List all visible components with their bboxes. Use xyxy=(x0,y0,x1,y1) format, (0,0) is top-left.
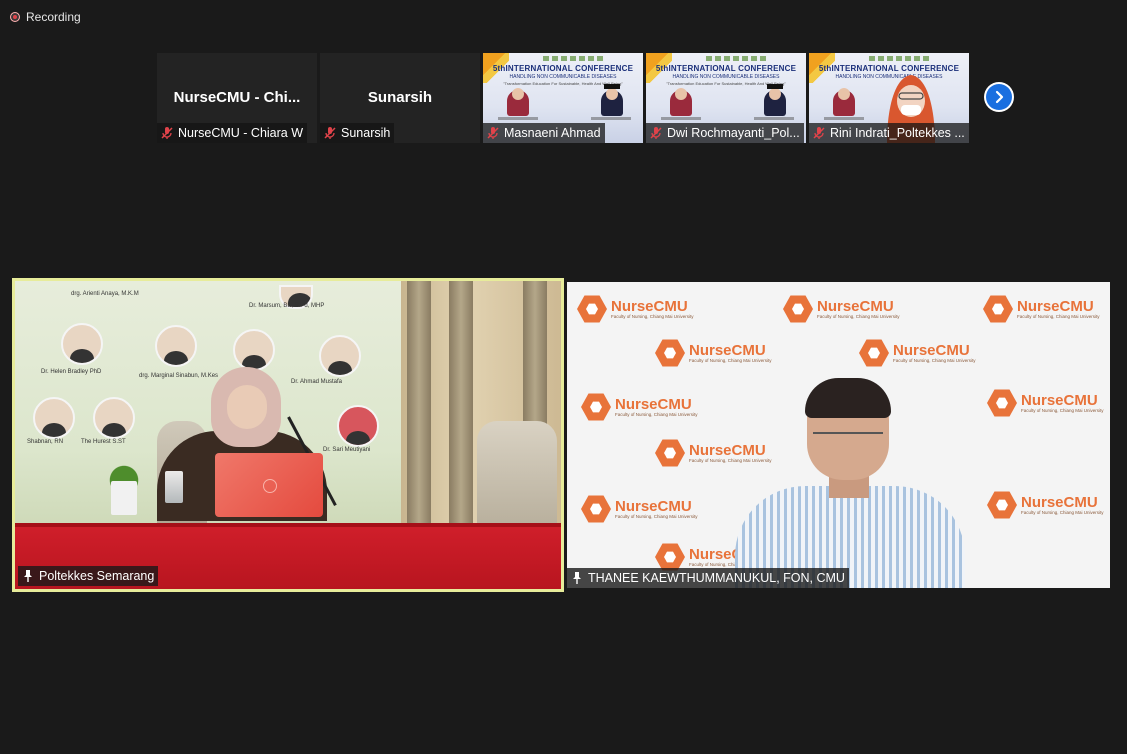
nursecmu-logo: NurseCMU Faculty of Nursing, Chiang Mai U… xyxy=(577,294,694,324)
participant-tile[interactable]: NurseCMU - Chi... NurseCMU - Chiara W xyxy=(157,53,317,143)
mic-muted-icon xyxy=(486,126,500,140)
participant-display-name: Sunarsih xyxy=(367,89,433,106)
laptop xyxy=(215,453,323,517)
video-name-tag: THANEE KAEWTHUMMANUKUL, FON, CMU xyxy=(567,568,849,588)
nursecmu-logo: NurseCMU Faculty of Nursing, Chiang Mai U… xyxy=(655,338,772,368)
next-page-button[interactable] xyxy=(984,82,1014,112)
participant-display-name: NurseCMU - Chi... xyxy=(173,89,301,106)
nursecmu-logo: NurseCMU Faculty of Nursing, Chiang Mai U… xyxy=(783,294,900,324)
nursecmu-logo: NurseCMU Faculty of Nursing, Chiang Mai U… xyxy=(987,388,1104,418)
nursecmu-logo: NurseCMU Faculty of Nursing, Chiang Mai U… xyxy=(983,294,1100,324)
pin-icon xyxy=(21,569,35,583)
participant-name-tag: Dwi Rochmayanti_Pol... xyxy=(646,123,804,143)
participant-tile[interactable]: 5thINTERNATIONAL CONFERENCE HANDLING NON… xyxy=(646,53,806,143)
nursecmu-logo: NurseCMU Faculty of Nursing, Chiang Mai U… xyxy=(987,490,1104,520)
participant-tile[interactable]: 5thINTERNATIONAL CONFERENCE HANDLING NON… xyxy=(809,53,969,143)
participant-tile[interactable]: 5thINTERNATIONAL CONFERENCE HANDLING NON… xyxy=(483,53,643,143)
participant-name-tag: Masnaeni Ahmad xyxy=(483,123,605,143)
mic-muted-icon xyxy=(160,126,174,140)
nursecmu-logo: NurseCMU Faculty of Nursing, Chiang Mai U… xyxy=(859,338,976,368)
mic-muted-icon xyxy=(323,126,337,140)
mic-muted-icon xyxy=(649,126,663,140)
video-name-tag: Poltekkes Semarang xyxy=(18,566,159,586)
participant-name-tag: Sunarsih xyxy=(320,123,395,143)
chevron-right-icon xyxy=(995,90,1004,104)
main-video-thanee[interactable]: NurseCMU Faculty of Nursing, Chiang Mai U… xyxy=(567,282,1110,588)
nursecmu-logo: NurseCMU Faculty of Nursing, Chiang Mai U… xyxy=(581,392,698,422)
participant-tile[interactable]: Sunarsih Sunarsih xyxy=(320,53,480,143)
main-video-poltekkes-semarang[interactable]: drg. Arienti Anaya, M.K.M Dr. Marsum, BE… xyxy=(12,278,564,592)
participant-name-tag: NurseCMU - Chiara W xyxy=(157,123,308,143)
recording-icon xyxy=(10,12,20,22)
pin-icon xyxy=(570,571,584,585)
nursecmu-logo: NurseCMU Faculty of Nursing, Chiang Mai U… xyxy=(581,494,698,524)
recording-label: Recording xyxy=(26,10,81,24)
participant-name-tag: Rini Indrati_Poltekkes ... xyxy=(809,123,969,143)
mic-muted-icon xyxy=(812,126,826,140)
nursecmu-logo: NurseCMU Faculty of Nursing, Chiang Mai U… xyxy=(655,438,772,468)
recording-indicator[interactable]: Recording xyxy=(10,10,81,24)
